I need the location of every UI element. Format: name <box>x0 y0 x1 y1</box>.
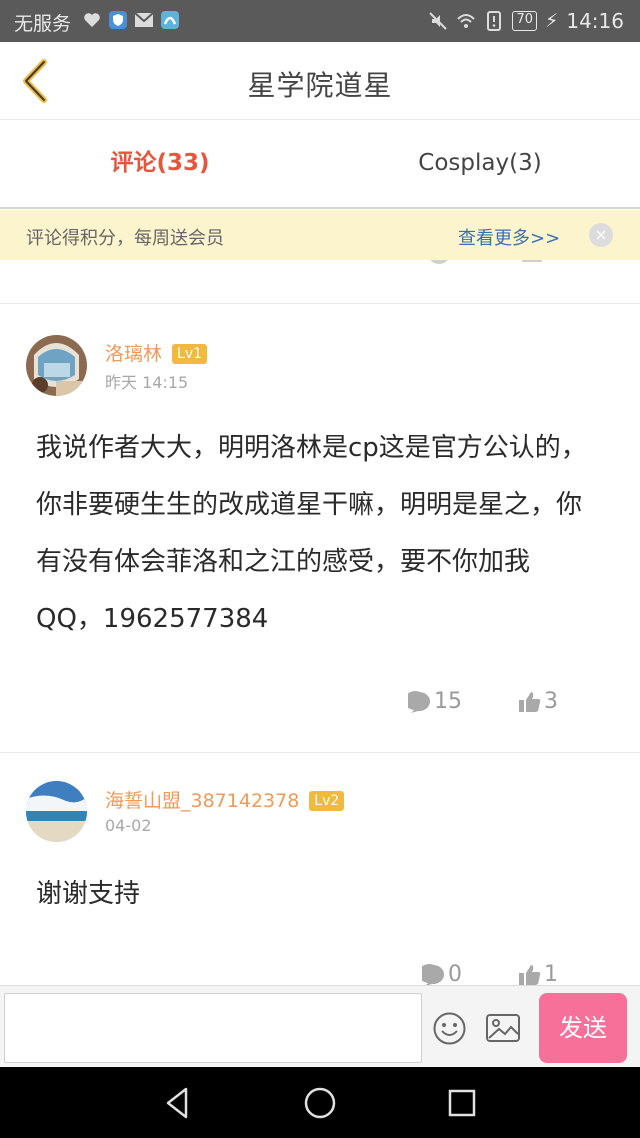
reply-button[interactable]: 15 <box>408 689 462 714</box>
comment-icon <box>408 690 431 713</box>
comment-time: 昨天 14:15 <box>105 373 189 392</box>
home-nav-icon[interactable] <box>302 1085 338 1121</box>
like-icon <box>522 260 544 275</box>
clock: 14:16 <box>566 9 624 33</box>
shield-icon <box>109 11 127 29</box>
reply-icon <box>428 260 450 275</box>
comment-time: 04-02 <box>105 816 152 835</box>
notice-banner: 评论得积分，每周送会员 查看更多>> × <box>0 210 640 260</box>
emoji-icon[interactable] <box>433 1012 466 1045</box>
app-icon <box>161 11 179 29</box>
comment-text: 谢谢支持 <box>36 879 141 909</box>
page-title: 星学院道星 <box>247 69 393 102</box>
status-bar: 无服务 70 ⚡ 14:16 <box>0 0 640 42</box>
comment-input-bar: 发送 <box>0 985 640 1067</box>
like-button[interactable]: 1 <box>518 962 558 985</box>
like-button[interactable]: 3 <box>518 689 558 714</box>
avatar[interactable] <box>26 781 87 842</box>
comment-icon <box>422 963 445 985</box>
username[interactable]: 海誓山盟_387142378 <box>105 790 299 812</box>
carrier-label: 无服务 <box>14 13 72 35</box>
level-badge: Lv1 <box>172 344 208 364</box>
list-item: 海誓山盟_387142378 Lv2 04-02 谢谢支持 0 1 <box>0 754 640 985</box>
reply-count: 0 <box>448 962 462 985</box>
recents-nav-icon[interactable] <box>444 1085 480 1121</box>
level-badge: Lv2 <box>309 791 345 811</box>
thumbs-up-icon <box>519 691 541 712</box>
back-nav-icon[interactable] <box>160 1085 196 1121</box>
wifi-icon <box>457 14 476 28</box>
reply-count: 15 <box>434 689 462 714</box>
comment-input[interactable] <box>4 993 422 1063</box>
mute-icon <box>429 12 448 30</box>
charging-icon: ⚡ <box>545 10 559 32</box>
previous-comment-stub <box>0 260 640 304</box>
alert-icon <box>487 11 502 31</box>
list-item: 洛璃林 Lv1 昨天 14:15 我说作者大大，明明洛林是cp这是官方公认的，你非… <box>0 305 640 753</box>
battery-level: 70 <box>512 11 538 31</box>
see-more-link[interactable]: 查看更多>> <box>458 224 560 250</box>
like-count: 3 <box>544 689 558 714</box>
health-icon <box>84 13 100 27</box>
close-icon[interactable]: × <box>589 223 613 247</box>
username[interactable]: 洛璃林 <box>105 343 162 365</box>
tab-bar: 评论(33) Cosplay(3) <box>0 121 640 209</box>
image-icon[interactable] <box>486 1014 520 1042</box>
comment-list[interactable]: 洛璃林 Lv1 昨天 14:15 我说作者大大，明明洛林是cp这是官方公认的，你非… <box>0 260 640 985</box>
header: 星学院道星 <box>0 42 640 120</box>
tab-comments[interactable]: 评论(33) <box>0 121 320 207</box>
reply-button[interactable]: 0 <box>422 962 462 985</box>
send-button[interactable]: 发送 <box>539 993 627 1063</box>
notice-text: 评论得积分，每周送会员 <box>26 228 224 249</box>
mail-icon <box>134 12 154 27</box>
tab-cosplay[interactable]: Cosplay(3) <box>320 121 640 207</box>
comment-text: 我说作者大大，明明洛林是cp这是官方公认的，你非要硬生生的改成道星干嘛，明明是星… <box>36 433 587 634</box>
avatar[interactable] <box>26 335 87 396</box>
system-nav-bar <box>0 1067 640 1138</box>
thumbs-up-icon <box>519 964 541 985</box>
like-count: 1 <box>544 962 558 985</box>
